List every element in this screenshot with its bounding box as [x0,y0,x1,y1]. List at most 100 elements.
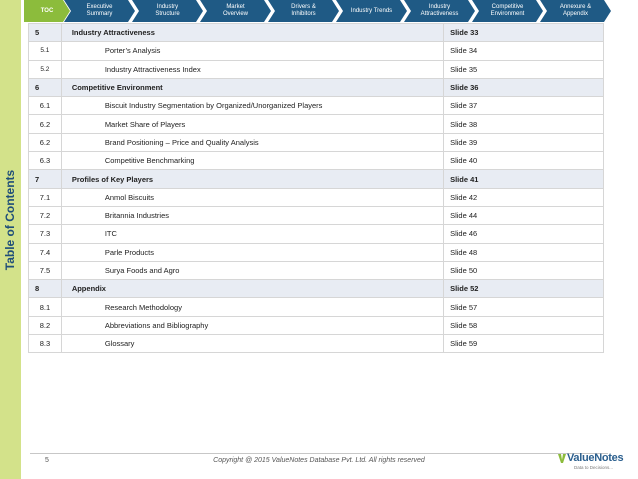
nav-tab-8[interactable]: Competitive Environment [472,0,543,22]
toc-title: Biscuit Industry Segmentation by Organiz… [60,96,445,116]
nav-tab-6[interactable]: Industry Trends [336,0,407,22]
nav-tab-2[interactable]: Executive Summary [64,0,135,22]
toc-slide: Slide 59 [443,334,604,354]
toc-num: 7.2 [28,205,62,226]
valuenotes-logo: ValueNotes Data to Decisions... [558,452,628,476]
toc-section-row[interactable]: 8 Appendix Slide 52 [28,279,604,299]
toc-title: Market Share of Players [60,114,445,134]
toc-num: 7.4 [28,242,62,262]
nav-tab-5[interactable]: Drivers & Inhibitors [268,0,339,22]
toc-title: Glossary [60,334,445,354]
toc-section-row[interactable]: 7 Profiles of Key Players Slide 41 [28,169,604,189]
toc-slide: Slide 41 [443,169,604,189]
nav-tab-label: Appendix [562,11,588,17]
nav-tab-label: Industry [156,4,179,10]
toc-row[interactable]: 6.2 Brand Positioning – Price and Quality… [28,132,604,153]
copyright-text: Copyright @ 2015 ValueNotes Database Pvt… [213,457,425,464]
toc-num: 7.3 [28,224,62,244]
toc-row[interactable]: 8.2 Abbreviations and Bibliography Slide … [28,315,604,336]
toc-slide: Slide 50 [443,260,604,281]
toc-num: 6.2 [28,132,62,153]
toc-row[interactable]: 7.2 Britannia Industries Slide 44 [28,205,604,226]
nav-tab-label: Overview [222,11,248,17]
toc-row[interactable]: 6.1 Biscuit Industry Segmentation by Orga… [28,96,604,116]
toc-row[interactable]: 6.3 Competitive Benchmarking Slide 40 [28,151,604,171]
toc-row[interactable]: 7.1 Anmol Biscuits Slide 42 [28,187,604,207]
toc-slide: Slide 46 [443,224,604,244]
sidebar-title-wrap: Table of Contents [0,150,21,290]
nav-tab-label: Drivers & [291,4,316,10]
nav-tab-label: Annexure & [559,4,592,10]
toc-row[interactable]: 7.3 ITC Slide 46 [28,224,604,244]
toc-slide: Slide 40 [443,151,604,171]
toc-title: Research Methodology [60,297,445,317]
sidebar: Table of Contents [0,0,21,479]
toc-slide: Slide 37 [443,96,604,116]
toc-slide: Slide 57 [443,297,604,317]
toc-row[interactable]: 6.2 Market Share of Players Slide 38 [28,114,604,134]
nav-tab-label: Summary [86,11,113,17]
toc-slide: Slide 39 [443,132,604,153]
nav-tab-3[interactable]: Industry Structure [132,0,203,22]
nav-tab-4[interactable]: Market Overview [200,0,271,22]
nav-tab-label: Executive [86,4,113,10]
toc-slide: Slide 35 [443,59,604,79]
toc-section-row[interactable]: 6 Competitive Environment Slide 36 [28,77,604,98]
toc-title: Profiles of Key Players [60,169,445,189]
nav-tab-label: Competitive [491,4,524,10]
nav-tab-1[interactable]: TOC [24,0,70,22]
logo-tagline: Data to Decisions... [574,465,614,470]
toc-num: 8 [28,279,62,299]
toc-row[interactable]: 8.1 Research Methodology Slide 57 [28,297,604,317]
toc-slide: Slide 36 [443,77,604,98]
toc-title: Industry Attractiveness Index [60,59,445,79]
toc-title: Competitive Environment [60,77,445,98]
toc-slide: Slide 34 [443,41,604,61]
top-nav: TOC Executive Summary Industry Structure Mark… [24,0,638,22]
toc-num: 6 [28,77,62,98]
toc-section-row[interactable]: 5 Industry Attractiveness Slide 33 [28,22,604,43]
toc-slide: Slide 52 [443,279,604,299]
toc-row[interactable]: 7.4 Parle Products Slide 48 [28,242,604,262]
nav-tab-label: Attractiveness [420,11,459,17]
nav-tab-label: TOC [40,7,54,14]
toc-num: 5.2 [28,59,62,79]
toc-title: Parle Products [60,242,445,262]
toc-row[interactable]: 5.1 Porter’s Analysis Slide 34 [28,41,604,61]
toc-num: 5.1 [28,41,62,61]
toc-table: 5 Industry Attractiveness Slide 33 5.1 Porte… [28,22,604,354]
toc-row[interactable]: 5.2 Industry Attractiveness Index Slide 35 [28,59,604,79]
nav-tab-7[interactable]: Industry Attractiveness [404,0,475,22]
toc-slide: Slide 33 [443,22,604,43]
toc-num: 6.3 [28,151,62,171]
nav-tab-label: Inhibitors [291,11,316,17]
toc-num: 8.2 [28,315,62,336]
toc-title: Britannia Industries [60,205,445,226]
toc-title: ITC [60,224,445,244]
nav-tab-label: Structure [155,11,180,17]
toc-row[interactable]: 8.3 Glossary Slide 59 [28,334,604,354]
toc-title: Porter’s Analysis [60,41,445,61]
toc-slide: Slide 48 [443,242,604,262]
toc-num: 6.2 [28,114,62,134]
footer-divider [30,453,608,454]
nav-tab-9[interactable]: Annexure & Appendix [540,0,611,22]
toc-title: Abbreviations and Bibliography [60,315,445,336]
toc-slide: Slide 38 [443,114,604,134]
toc-num: 6.1 [28,96,62,116]
sidebar-title: Table of Contents [3,169,18,271]
toc-title: Competitive Benchmarking [60,151,445,171]
toc-title: Appendix [60,279,445,299]
toc-title: Surya Foods and Agro [60,260,445,281]
toc-num: 7 [28,169,62,189]
toc-slide: Slide 44 [443,205,604,226]
toc-row[interactable]: 7.5 Surya Foods and Agro Slide 50 [28,260,604,281]
toc-num: 7.5 [28,260,62,281]
toc-num: 8.1 [28,297,62,317]
toc-num: 8.3 [28,334,62,354]
toc-title: Brand Positioning – Price and Quality An… [60,132,445,153]
toc-slide: Slide 58 [443,315,604,336]
logo-mark-icon [558,453,566,463]
nav-tab-label: Environment [490,11,525,17]
toc-title: Anmol Biscuits [60,187,445,207]
